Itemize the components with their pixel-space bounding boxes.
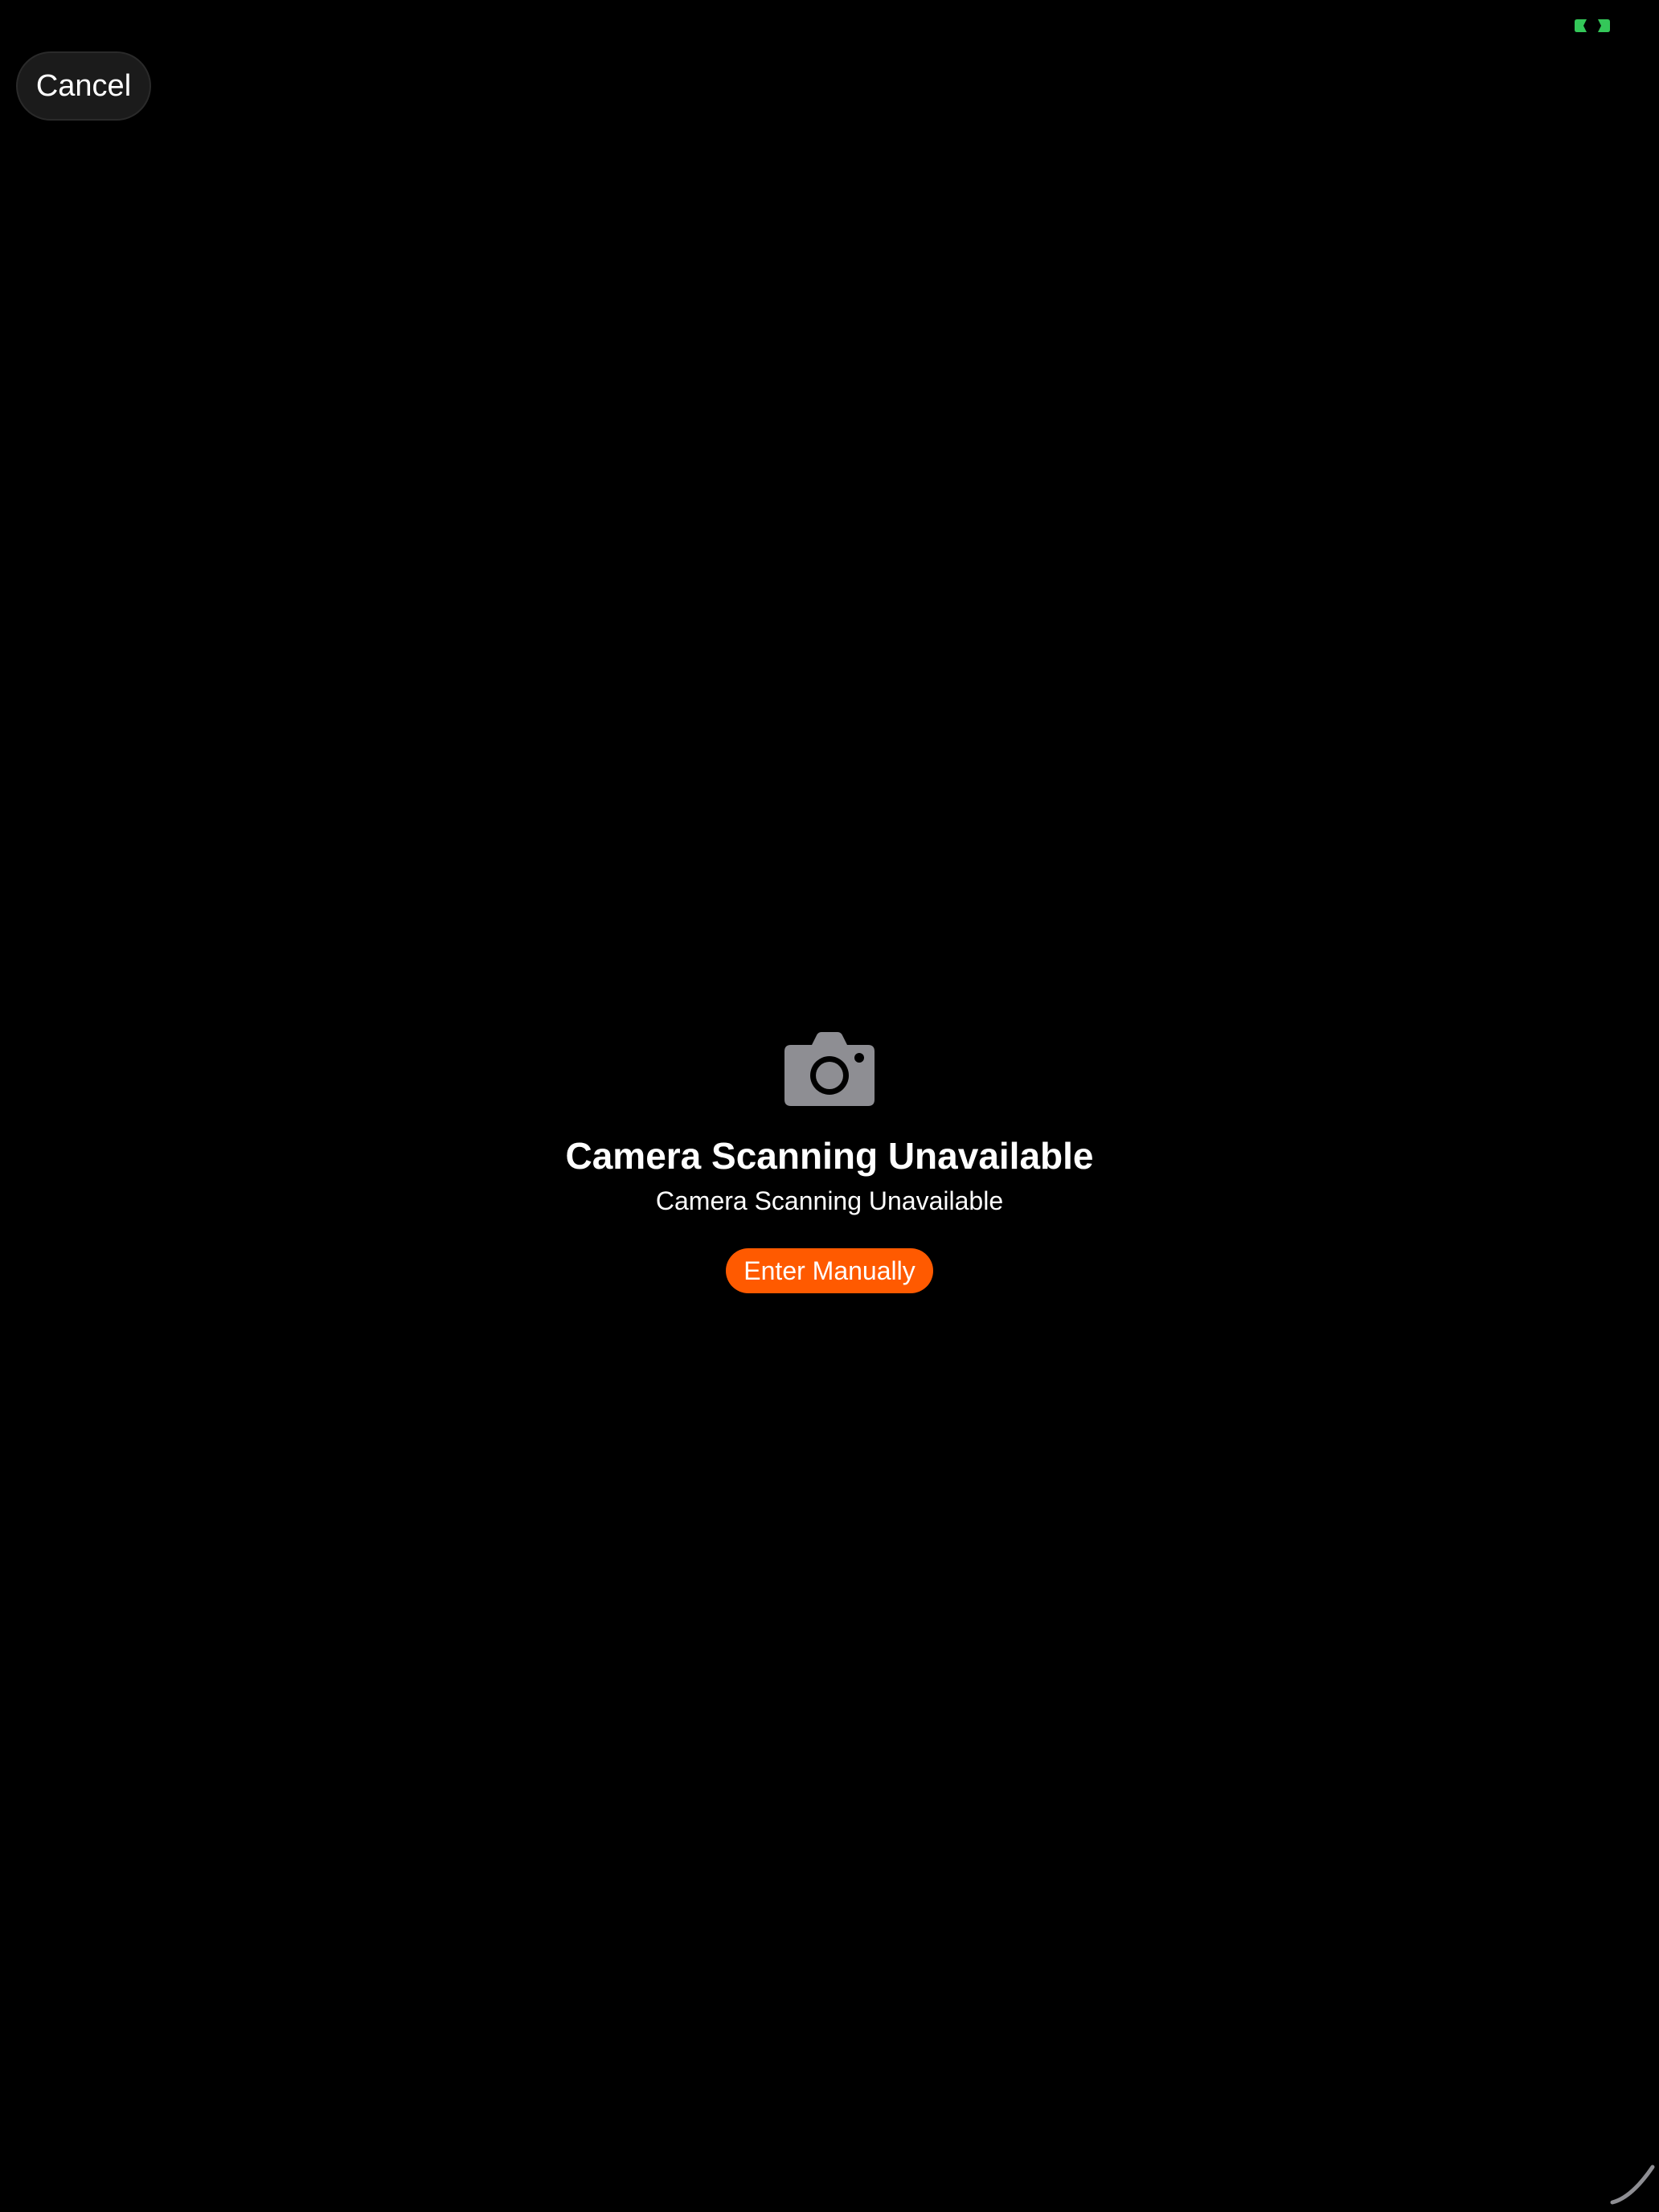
cancel-button[interactable]: Cancel xyxy=(16,51,151,121)
screen-sharing-indicator-icon xyxy=(1575,19,1610,32)
resize-handle-icon[interactable] xyxy=(1608,2162,1656,2206)
page-subtitle: Camera Scanning Unavailable xyxy=(655,1186,1004,1215)
page-title: Camera Scanning Unavailable xyxy=(565,1135,1094,1177)
scanner-screen: Cancel Camera Scanning Unavailable Camer… xyxy=(0,0,1659,2212)
unavailable-message: Camera Scanning Unavailable Camera Scann… xyxy=(0,1029,1659,1294)
camera-icon xyxy=(784,1032,875,1106)
enter-manually-button[interactable]: Enter Manually xyxy=(726,1248,933,1294)
